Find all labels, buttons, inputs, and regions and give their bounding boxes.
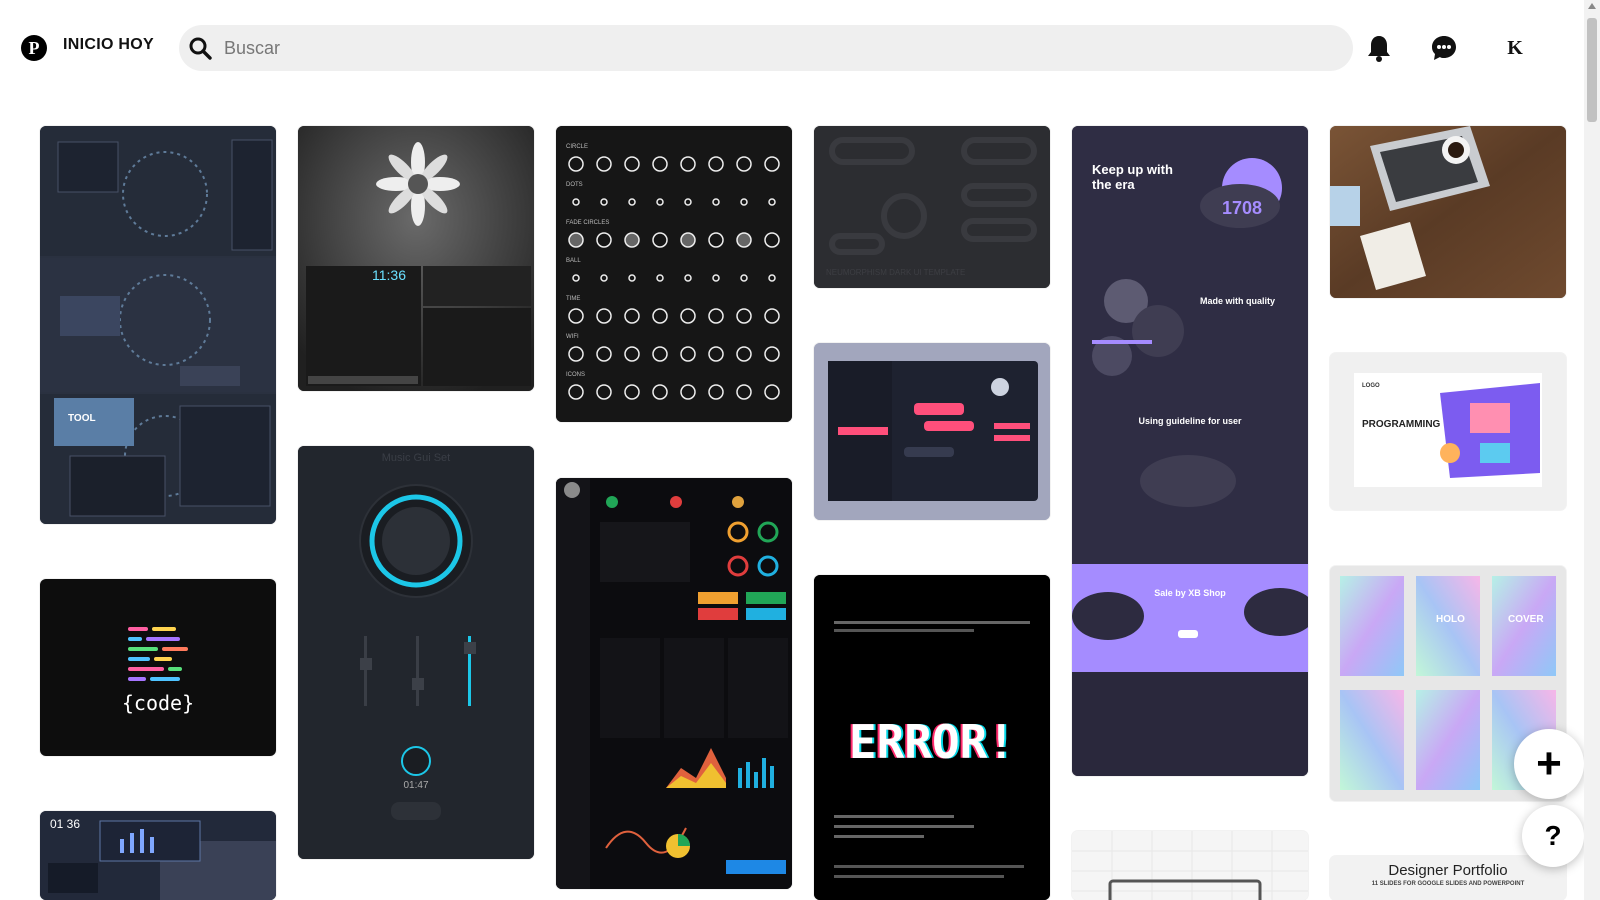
scroll-thumb[interactable] (1587, 18, 1597, 122)
pin-caption: 1708 (1222, 198, 1263, 218)
pin-caption: CIRCLE (566, 144, 589, 150)
pin-caption: COVER (1508, 614, 1544, 625)
pin-image (556, 126, 792, 422)
pin-caption: 11 SLIDES FOR GOOGLE SLIDES AND POWERPOI… (1371, 881, 1525, 887)
pin-dark-lockscreen-theme[interactable]: 01 36 (40, 811, 276, 900)
loader-icon (736, 232, 752, 248)
scroll-up-arrow-icon[interactable] (1588, 3, 1596, 9)
pin-designer-portfolio-slides[interactable]: Designer Portfolio 11 SLIDES FOR GOOGLE … (1330, 856, 1566, 900)
pin-image (556, 478, 792, 889)
pin-image (1072, 831, 1308, 900)
pin-caption: Using guideline for user (1138, 416, 1242, 426)
pin-caption: FADE CIRCLES (566, 220, 610, 226)
loader-icon (680, 232, 696, 248)
pin-loading-icons-sheet[interactable]: CIRCLE DOTS FADE CIRCLES BALL TIME WIFI … (556, 126, 792, 422)
help-button[interactable]: ? (1522, 805, 1584, 867)
pin-image (814, 343, 1050, 520)
loader-icon (568, 232, 584, 248)
pin-dark-analytics-dashboard[interactable] (556, 478, 792, 889)
pin-caption: PROGRAMMING (1362, 419, 1441, 430)
pin-caption: 01:47 (403, 780, 429, 791)
pin-caption: ERROR! (848, 715, 1016, 769)
pin-music-player-knob[interactable]: Music Gui Set 01:47 (298, 446, 534, 859)
pin-image (814, 126, 1050, 288)
pin-caption: Keep up with the era (1092, 162, 1173, 192)
pin-caption: 11:36 (372, 267, 406, 283)
pin-caption: {code} (121, 691, 195, 715)
pin-caption: Designer Portfolio (1388, 862, 1508, 879)
pin-caption: DOTS (566, 182, 583, 188)
pin-grayscale-flower-desktop[interactable]: 11:36 (298, 126, 534, 391)
pin-caption: 01 36 (50, 817, 81, 831)
pin-caption: Made with quality (1200, 296, 1276, 306)
pin-caption: TIME (566, 296, 581, 302)
pin-caption: HOLO (1436, 614, 1465, 625)
pin-code-logo[interactable]: {code} (40, 579, 276, 756)
pin-caption: Music Gui Set (381, 452, 451, 464)
pin-caption: WIFI (566, 334, 579, 340)
create-pin-button[interactable]: + (1514, 729, 1584, 799)
pin-image (298, 446, 534, 859)
pin-image (40, 126, 276, 524)
pin-neumorphic-wireframe[interactable]: NEUMORPHISM DARK UI TEMPLATE (814, 126, 1050, 288)
pin-image (128, 627, 188, 681)
loader-icon (624, 232, 640, 248)
pin-dark-desktop-theme-collage[interactable]: TOOL (40, 126, 276, 524)
pin-caption: TOOL (68, 413, 96, 424)
pin-caption: BALL (566, 258, 581, 264)
pin-programming-illustration-landing[interactable]: LOGO PROGRAMMING (1330, 353, 1566, 510)
pin-caption: ICONS (566, 372, 586, 378)
page-scrollbar[interactable] (1584, 0, 1600, 900)
pin-image (1330, 126, 1566, 298)
pin-feed: TOOL {code} 01 36 11:36 Music Gui Set 01… (0, 0, 1584, 900)
pin-image (1330, 353, 1566, 510)
pin-caption: LOGO (1362, 383, 1380, 389)
pin-image (298, 126, 534, 391)
pin-caption: NEUMORPHISM DARK UI TEMPLATE (826, 268, 966, 277)
pin-error-glitch-poster[interactable]: ERROR! (814, 575, 1050, 900)
pin-controller-shop-landing[interactable]: Keep up with the era Made with quality U… (1072, 126, 1308, 776)
pin-monitor-mockup[interactable] (1072, 831, 1308, 900)
pin-desk-laptop-coffee[interactable] (1330, 126, 1566, 298)
pin-chat-dashboard-ui[interactable] (814, 343, 1050, 520)
pin-caption: Sale by XB Shop (1154, 588, 1226, 598)
pin-image (1072, 126, 1308, 776)
